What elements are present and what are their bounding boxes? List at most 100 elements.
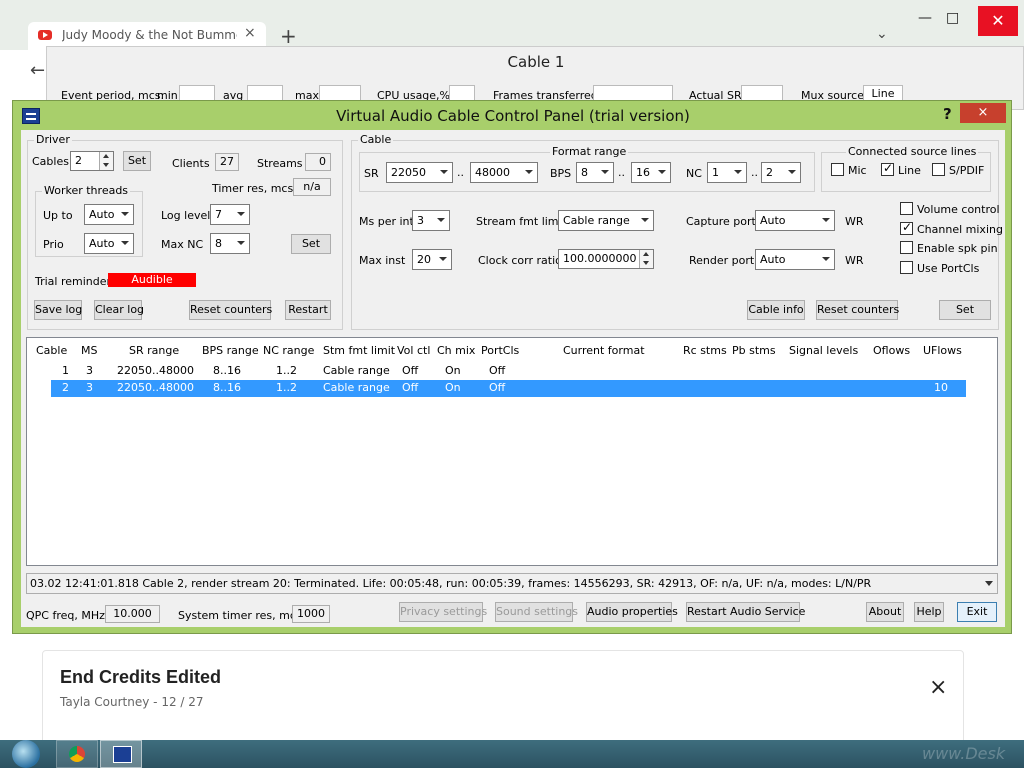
sr-min-select[interactable]: 22050 <box>386 162 453 183</box>
up-to-value: Auto <box>89 208 115 221</box>
audio-properties-button[interactable]: Audio properties <box>586 602 678 622</box>
chrome-taskbar-icon[interactable] <box>56 740 98 768</box>
max-nc-select[interactable]: 8 <box>210 233 250 254</box>
ms-per-int-label: Ms per int <box>359 215 414 228</box>
line-checkbox[interactable]: Line <box>881 161 921 177</box>
up-to-select[interactable]: Auto <box>84 204 134 225</box>
render-port-select[interactable]: Auto <box>755 249 835 270</box>
spdif-checkbox[interactable]: S/PDIF <box>932 163 984 177</box>
chevron-down-icon <box>822 218 830 222</box>
col-bps-range[interactable]: BPS range <box>202 344 259 357</box>
capture-port-select[interactable]: Auto <box>755 210 835 231</box>
prio-select[interactable]: Auto <box>84 233 134 254</box>
enable-spk-pin-checkbox[interactable]: Enable spk pin <box>900 241 998 255</box>
col-uflows[interactable]: UFlows <box>923 344 962 357</box>
enable-spk-pin-label: Enable spk pin <box>917 242 998 255</box>
table-row-selected[interactable]: 2 3 22050..48000 8..16 1..2 Cable range … <box>51 380 966 397</box>
dialog-client: Driver Cables 2 Set Clients 27 Streams 0… <box>21 130 1005 627</box>
start-orb-icon[interactable] <box>8 740 44 768</box>
bps-min-select[interactable]: 8 <box>576 162 614 183</box>
spdif-label: S/PDIF <box>949 164 985 177</box>
cell-ms: 3 <box>86 381 93 394</box>
spinner-arrows-icon[interactable] <box>99 152 113 170</box>
table-row[interactable]: 1 3 22050..48000 8..16 1..2 Cable range … <box>51 363 966 380</box>
col-stm-fmt-limit[interactable]: Stm fmt limit <box>323 344 395 357</box>
col-sr-range[interactable]: SR range <box>129 344 179 357</box>
back-arrow-icon[interactable]: ← <box>30 60 45 81</box>
max-nc-value: 8 <box>215 237 222 250</box>
trial-reminder-label: Trial reminder <box>35 275 112 288</box>
driver-set-button[interactable]: Set <box>291 234 331 254</box>
help-icon[interactable]: ? <box>943 105 952 123</box>
bps-label: BPS <box>550 167 572 180</box>
privacy-settings-button[interactable]: Privacy settings <box>399 602 487 622</box>
save-log-button[interactable]: Save log <box>34 300 82 320</box>
mic-checkbox[interactable]: Mic <box>831 163 867 177</box>
help-button[interactable]: Help <box>914 602 944 622</box>
trial-reminder-value[interactable]: Audible <box>108 273 196 287</box>
stream-fmt-limit-select[interactable]: Cable range <box>558 210 654 231</box>
cable-window-title: Cable 1 <box>507 53 565 71</box>
col-oflows[interactable]: Oflows <box>873 344 910 357</box>
nc-max-select[interactable]: 2 <box>761 162 801 183</box>
new-tab-icon[interactable]: + <box>280 24 297 48</box>
restart-button[interactable]: Restart <box>285 300 331 320</box>
channel-mixing-checkbox[interactable]: Channel mixing <box>900 220 1003 236</box>
col-rc-stms[interactable]: Rc stms <box>683 344 727 357</box>
col-portcls[interactable]: PortCls <box>481 344 519 357</box>
max-inst-select[interactable]: 20 <box>412 249 452 270</box>
ms-per-int-select[interactable]: 3 <box>412 210 450 231</box>
vac-taskbar-icon[interactable] <box>100 740 142 768</box>
col-pb-stms[interactable]: Pb stms <box>732 344 776 357</box>
volume-control-checkbox[interactable]: Volume control <box>900 202 1000 216</box>
cell-sr-range: 22050..48000 <box>117 381 194 394</box>
chevron-down-icon <box>439 257 447 261</box>
tab-close-icon[interactable]: × <box>244 25 256 41</box>
cell-stm-fmt-limit: Cable range <box>323 364 390 377</box>
chevron-down-icon <box>641 218 649 222</box>
log-text: 03.02 12:41:01.818 Cable 2, render strea… <box>30 577 872 590</box>
clear-log-button[interactable]: Clear log <box>94 300 144 320</box>
window-close-icon[interactable]: ✕ <box>978 6 1018 36</box>
col-vol-ctl[interactable]: Vol ctl <box>397 344 430 357</box>
timer-res-value: n/a <box>293 178 331 196</box>
streams-label: Streams <box>257 157 303 170</box>
cell-ms: 3 <box>86 364 93 377</box>
cable-set-button[interactable]: Set <box>939 300 991 320</box>
minimize-icon[interactable]: — <box>918 10 932 26</box>
sound-settings-button[interactable]: Sound settings <box>495 602 578 622</box>
col-ms[interactable]: MS <box>81 344 97 357</box>
spinner-arrows-icon[interactable] <box>639 250 653 268</box>
log-select[interactable]: 03.02 12:41:01.818 Cable 2, render strea… <box>26 573 998 594</box>
nc-min-select[interactable]: 1 <box>707 162 747 183</box>
cell-nc-range: 1..2 <box>276 381 297 394</box>
sr-range-separator: .. <box>457 166 464 179</box>
cables-table[interactable]: Cable MS SR range BPS range NC range Stm… <box>26 337 998 566</box>
tab-title: Judy Moody & the Not Bummer <box>62 28 237 42</box>
exit-button[interactable]: Exit <box>957 602 997 622</box>
cable-reset-counters-button[interactable]: Reset counters <box>816 300 899 320</box>
chevron-down-icon[interactable]: ⌄ <box>876 26 888 42</box>
close-icon[interactable]: × <box>929 675 947 700</box>
col-current-format[interactable]: Current format <box>563 344 645 357</box>
dialog-close-button[interactable]: × <box>960 103 1006 123</box>
about-button[interactable]: About <box>866 602 904 622</box>
col-nc-range[interactable]: NC range <box>263 344 314 357</box>
restart-audio-service-button[interactable]: Restart Audio Service <box>686 602 805 622</box>
sr-max-select[interactable]: 48000 <box>470 162 538 183</box>
bps-max-select[interactable]: 16 <box>631 162 671 183</box>
driver-reset-counters-button[interactable]: Reset counters <box>189 300 272 320</box>
clock-corr-spinner[interactable]: 100.0000000 <box>558 249 654 269</box>
maximize-icon[interactable]: □ <box>946 10 959 26</box>
log-level-select[interactable]: 7 <box>210 204 250 225</box>
cable-info-button[interactable]: Cable info <box>747 300 805 320</box>
cell-stm-fmt-limit: Cable range <box>323 381 390 394</box>
col-cable[interactable]: Cable <box>36 344 67 357</box>
col-signal-levels[interactable]: Signal levels <box>789 344 858 357</box>
cables-spinner[interactable]: 2 <box>70 151 114 171</box>
chevron-down-icon <box>237 212 245 216</box>
line-label: Line <box>898 164 921 177</box>
cables-set-button[interactable]: Set <box>123 151 151 171</box>
col-ch-mix[interactable]: Ch mix <box>437 344 475 357</box>
use-portcls-checkbox[interactable]: Use PortCls <box>900 261 979 275</box>
